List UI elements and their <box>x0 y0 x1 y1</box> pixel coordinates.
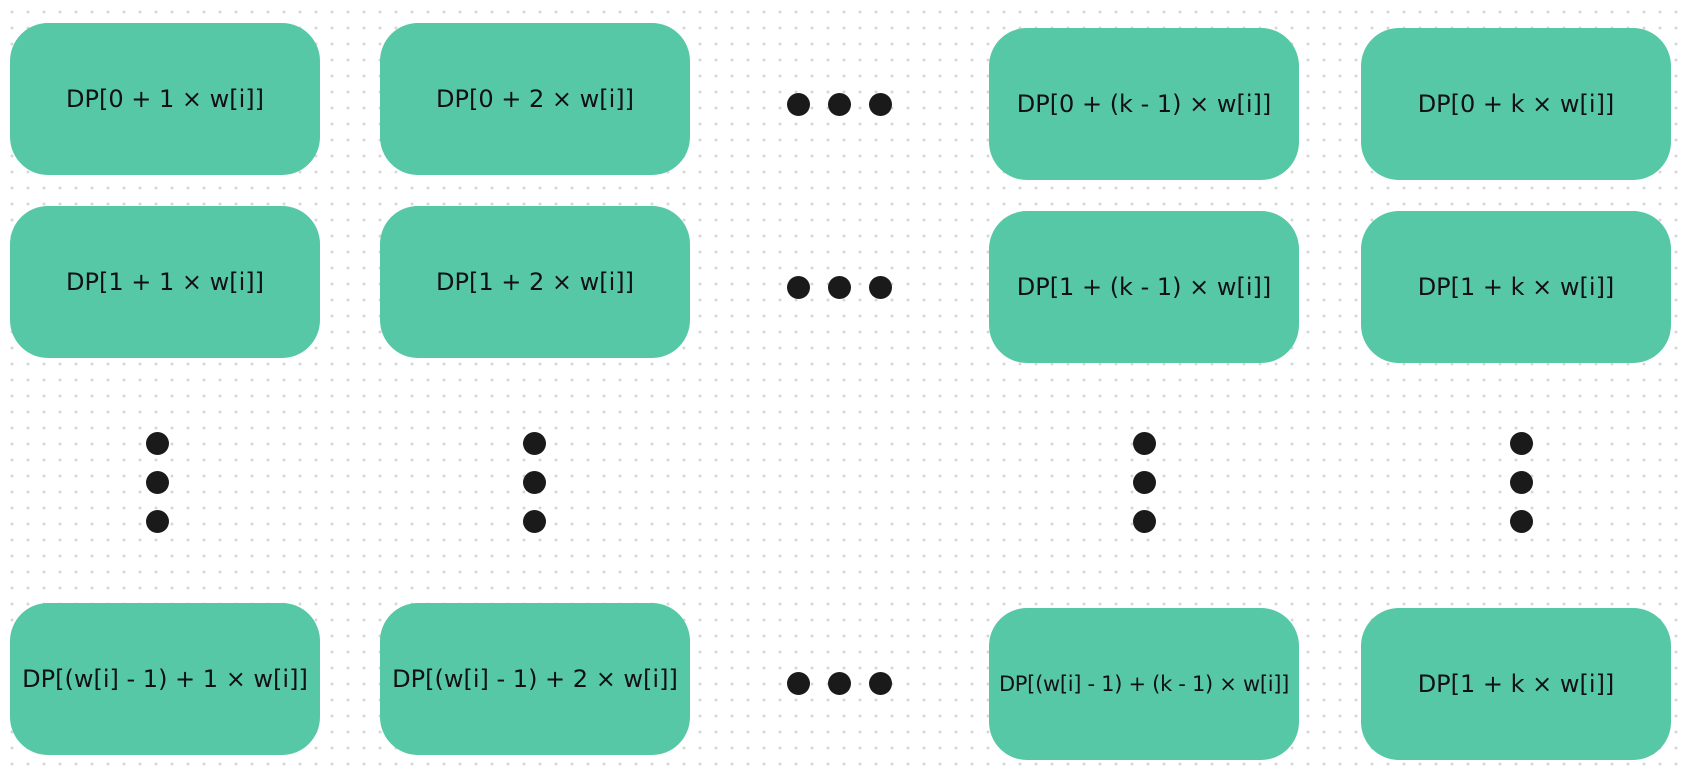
dot <box>1510 510 1533 533</box>
dot <box>1133 471 1156 494</box>
dot <box>523 471 546 494</box>
dot <box>1510 432 1533 455</box>
cell-r2-c3: DP[(w[i] - 1) + (k - 1) × w[i]] <box>989 608 1299 760</box>
cell-r1-c3: DP[1 + (k - 1) × w[i]] <box>989 211 1299 363</box>
dot <box>869 276 892 299</box>
dot <box>1510 471 1533 494</box>
cell-r0-c0: DP[0 + 1 × w[i]] <box>10 23 320 175</box>
dot <box>869 93 892 116</box>
cell-r0-c4: DP[0 + k × w[i]] <box>1361 28 1671 180</box>
cell-r0-c1: DP[0 + 2 × w[i]] <box>380 23 690 175</box>
dot <box>146 510 169 533</box>
ellipsis-horizontal-row1 <box>787 276 892 299</box>
ellipsis-vertical-col4 <box>1510 432 1533 533</box>
dot <box>787 276 810 299</box>
ellipsis-horizontal-row0 <box>787 93 892 116</box>
dot <box>828 93 851 116</box>
dot <box>146 471 169 494</box>
cell-r1-c1: DP[1 + 2 × w[i]] <box>380 206 690 358</box>
dot <box>828 672 851 695</box>
cell-r1-c4: DP[1 + k × w[i]] <box>1361 211 1671 363</box>
dot <box>523 510 546 533</box>
dot <box>523 432 546 455</box>
cell-r1-c0: DP[1 + 1 × w[i]] <box>10 206 320 358</box>
dot <box>1133 510 1156 533</box>
ellipsis-vertical-col3 <box>1133 432 1156 533</box>
ellipsis-vertical-col0 <box>146 432 169 533</box>
dot <box>828 276 851 299</box>
dot <box>787 672 810 695</box>
cell-r2-c1: DP[(w[i] - 1) + 2 × w[i]] <box>380 603 690 755</box>
cell-r2-c4: DP[1 + k × w[i]] <box>1361 608 1671 760</box>
dot <box>869 672 892 695</box>
dot <box>1133 432 1156 455</box>
ellipsis-vertical-col1 <box>523 432 546 533</box>
dot <box>787 93 810 116</box>
cell-r0-c3: DP[0 + (k - 1) × w[i]] <box>989 28 1299 180</box>
dot <box>146 432 169 455</box>
cell-r2-c0: DP[(w[i] - 1) + 1 × w[i]] <box>10 603 320 755</box>
ellipsis-horizontal-row2 <box>787 672 892 695</box>
